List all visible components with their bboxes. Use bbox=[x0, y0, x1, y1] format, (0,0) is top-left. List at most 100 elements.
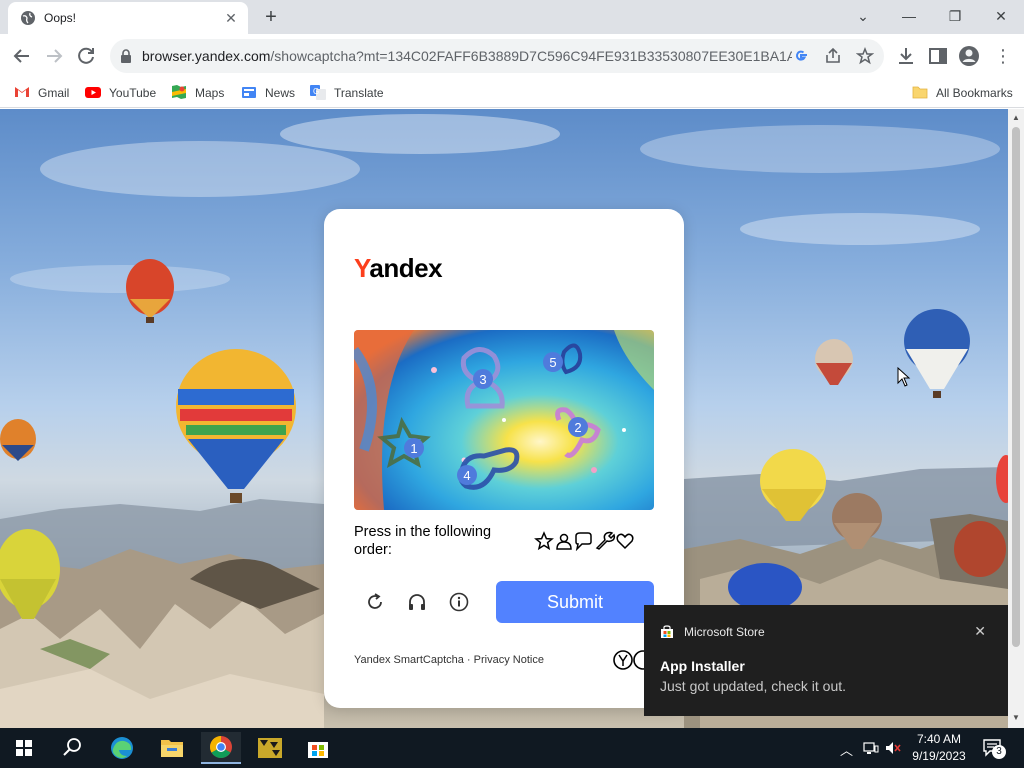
download-icon[interactable] bbox=[895, 45, 917, 67]
lock-icon[interactable] bbox=[120, 49, 132, 63]
person-icon bbox=[556, 533, 572, 550]
chat-icon bbox=[575, 532, 592, 551]
volume-muted-icon[interactable] bbox=[885, 740, 901, 756]
scroll-up-icon[interactable]: ▲ bbox=[1012, 113, 1020, 122]
bookmark-news[interactable]: News bbox=[241, 84, 295, 102]
heart-icon bbox=[616, 533, 634, 550]
yandex-logo: Yandex bbox=[354, 253, 443, 284]
captcha-image[interactable]: 1 2 3 4 5 bbox=[354, 330, 654, 510]
audio-headphones-icon[interactable] bbox=[406, 591, 428, 613]
close-window-button[interactable]: ✕ bbox=[986, 4, 1016, 28]
all-bookmarks-label: All Bookmarks bbox=[936, 86, 1013, 100]
windows-taskbar: ︿ 7:40 AM 9/19/2023 3 bbox=[0, 728, 1024, 768]
bookmark-label: YouTube bbox=[109, 86, 157, 100]
toast-title: App Installer bbox=[660, 658, 745, 674]
wrench-icon bbox=[595, 531, 616, 550]
address-bar[interactable]: browser.yandex.com/showcaptcha?mt=134C02… bbox=[110, 39, 884, 73]
microsoft-store-icon bbox=[661, 625, 673, 638]
bookmark-star-icon[interactable] bbox=[856, 47, 874, 65]
side-panel-icon[interactable] bbox=[927, 45, 949, 67]
balloon-decoration bbox=[176, 349, 296, 503]
folder-icon bbox=[912, 86, 928, 99]
url-host: browser.yandex.com bbox=[142, 48, 271, 64]
system-clock[interactable]: 7:40 AM 9/19/2023 bbox=[906, 731, 972, 765]
globe-icon bbox=[21, 11, 35, 25]
submit-button[interactable]: Submit bbox=[496, 581, 654, 623]
reload-icon[interactable] bbox=[74, 44, 98, 68]
smartcaptcha-brand: Yandex SmartCaptcha bbox=[354, 654, 464, 666]
bookmark-maps[interactable]: Maps bbox=[171, 84, 224, 102]
page-scrollbar[interactable]: ▲ ▼ bbox=[1008, 109, 1024, 728]
bookmark-gmail[interactable]: Gmail bbox=[14, 84, 69, 102]
chrome-icon bbox=[210, 736, 232, 758]
browser-toolbar: browser.yandex.com/showcaptcha?mt=134C02… bbox=[0, 34, 1024, 78]
windows-start-icon[interactable] bbox=[4, 732, 44, 764]
new-tab-button[interactable]: + bbox=[260, 6, 282, 28]
tab-strip: Oops! ✕ + ⌄ — ❐ ✕ bbox=[0, 0, 1024, 34]
scroll-down-icon[interactable]: ▼ bbox=[1012, 713, 1020, 722]
back-icon[interactable] bbox=[10, 44, 34, 68]
action-center-button[interactable]: 3 bbox=[982, 736, 1006, 760]
show-hidden-icons-chevron-icon[interactable]: ︿ bbox=[840, 740, 856, 758]
logo-first-letter: Y bbox=[354, 253, 370, 283]
close-tab-icon[interactable]: ✕ bbox=[222, 9, 240, 27]
marker-4-label: 4 bbox=[463, 468, 470, 483]
bookmarks-bar: Gmail YouTube Maps News G Translate All … bbox=[0, 78, 1024, 108]
bookmark-youtube[interactable]: YouTube bbox=[85, 84, 156, 102]
forward-icon[interactable] bbox=[42, 44, 66, 68]
google-lens-icon[interactable] bbox=[792, 47, 810, 65]
news-icon bbox=[242, 87, 256, 98]
bookmark-label: Maps bbox=[195, 86, 225, 100]
captcha-instruction: Press in the following order: bbox=[354, 524, 492, 558]
bookmark-label: Translate bbox=[334, 86, 384, 100]
balloon-decoration bbox=[0, 419, 36, 461]
captcha-footer: Yandex SmartCaptcha · Privacy Notice bbox=[354, 654, 544, 666]
logo-rest: andex bbox=[369, 253, 443, 283]
balloon-decoration bbox=[904, 309, 970, 398]
marker-5-label: 5 bbox=[549, 355, 556, 370]
search-icon[interactable] bbox=[52, 732, 92, 764]
toast-app-name: Microsoft Store bbox=[684, 625, 765, 639]
info-icon[interactable] bbox=[448, 591, 470, 613]
privacy-notice-link[interactable]: Privacy Notice bbox=[474, 654, 544, 666]
tab-search-icon[interactable]: ⌄ bbox=[848, 4, 878, 28]
url-text[interactable]: browser.yandex.com/showcaptcha?mt=134C02… bbox=[142, 48, 792, 64]
profile-avatar-icon[interactable] bbox=[958, 45, 980, 67]
app-puzzle-icon[interactable] bbox=[250, 732, 290, 764]
notification-count-badge: 3 bbox=[992, 745, 1006, 759]
all-bookmarks[interactable]: All Bookmarks bbox=[912, 84, 1013, 102]
toast-notification[interactable]: Microsoft Store ✕ App Installer Just got… bbox=[644, 605, 1008, 716]
refresh-icon[interactable] bbox=[364, 591, 386, 613]
translate-icon: G bbox=[310, 85, 326, 100]
microsoft-store-taskbar-icon[interactable] bbox=[298, 732, 338, 764]
captcha-card: Yandex 1 2 3 4 5 Press in the following … bbox=[324, 209, 684, 708]
network-icon[interactable] bbox=[863, 740, 879, 756]
menu-kebab-icon[interactable]: ⋮ bbox=[992, 45, 1014, 67]
share-icon[interactable] bbox=[824, 47, 842, 65]
balloon-decoration bbox=[126, 259, 174, 323]
minimize-button[interactable]: — bbox=[894, 4, 924, 28]
marker-3-label: 3 bbox=[479, 372, 486, 387]
toast-close-icon[interactable]: ✕ bbox=[974, 623, 986, 640]
toast-body: Just got updated, check it out. bbox=[660, 678, 847, 694]
marker-2-label: 2 bbox=[574, 420, 581, 435]
balloon-decoration bbox=[728, 563, 802, 611]
star-icon bbox=[534, 531, 554, 551]
bookmark-translate[interactable]: G Translate bbox=[310, 84, 384, 102]
clock-time: 7:40 AM bbox=[916, 732, 962, 746]
gmail-icon bbox=[15, 87, 29, 97]
browser-tab[interactable]: Oops! ✕ bbox=[8, 2, 248, 34]
chrome-taskbar-button[interactable] bbox=[201, 732, 241, 764]
scrollbar-thumb[interactable] bbox=[1012, 127, 1020, 647]
svg-text:G: G bbox=[313, 87, 319, 96]
tab-title: Oops! bbox=[44, 11, 77, 25]
footer-separator: · bbox=[463, 654, 474, 666]
edge-browser-icon[interactable] bbox=[102, 732, 142, 764]
restore-button[interactable]: ❐ bbox=[940, 4, 970, 28]
bookmark-label: News bbox=[265, 86, 296, 100]
youtube-icon bbox=[85, 87, 101, 98]
url-path: /showcaptcha?mt=134C02FAFF6B3889D7C596C9… bbox=[270, 48, 792, 64]
mouse-cursor-icon bbox=[897, 367, 911, 387]
marker-1-label: 1 bbox=[410, 441, 417, 456]
file-explorer-icon[interactable] bbox=[152, 732, 192, 764]
